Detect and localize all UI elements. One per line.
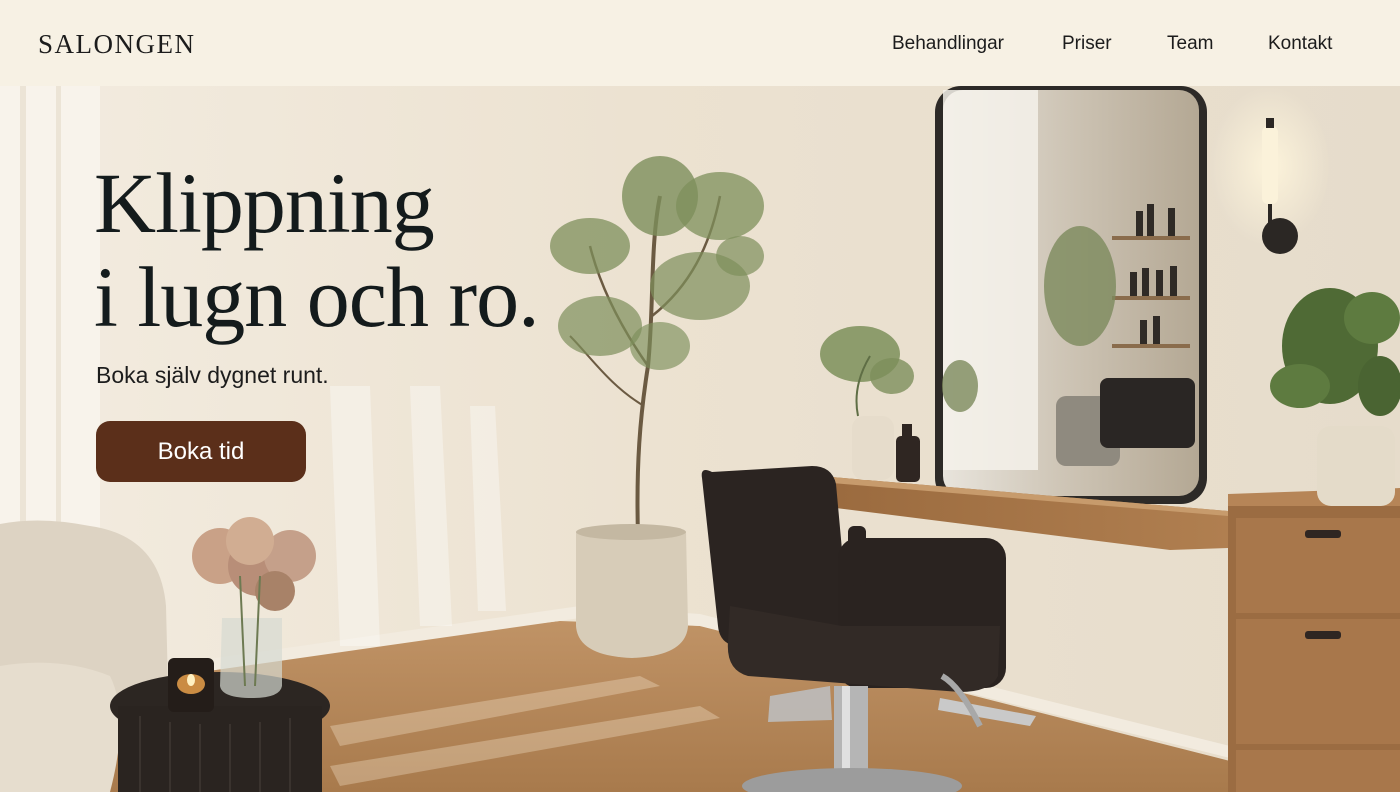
nav-link-behandlingar[interactable]: Behandlingar (892, 32, 1004, 56)
window-curtain (0, 86, 100, 536)
olive-pot (576, 532, 688, 658)
nav-link-team[interactable]: Team (1167, 32, 1213, 56)
nav-link-priser[interactable]: Priser (1062, 32, 1112, 56)
side-table (110, 672, 330, 792)
wall-lamp (1262, 126, 1278, 204)
book-appointment-button[interactable]: Boka tid (96, 421, 306, 482)
headline-line-2: i lugn och ro. (94, 249, 540, 345)
candle (168, 658, 214, 712)
hero-subheading: Boka själv dygnet runt. (96, 362, 329, 388)
brand-logo[interactable]: SALONGEN (38, 28, 196, 60)
nav-link-kontakt[interactable]: Kontakt (1268, 32, 1332, 56)
hero-headline: Klippning i lugn och ro. (94, 155, 540, 345)
hero-section: Klippning i lugn och ro. Boka själv dygn… (0, 86, 1400, 792)
headline-line-1: Klippning (94, 155, 435, 251)
site-header: SALONGEN Behandlingar Priser Team Kontak… (0, 0, 1400, 86)
